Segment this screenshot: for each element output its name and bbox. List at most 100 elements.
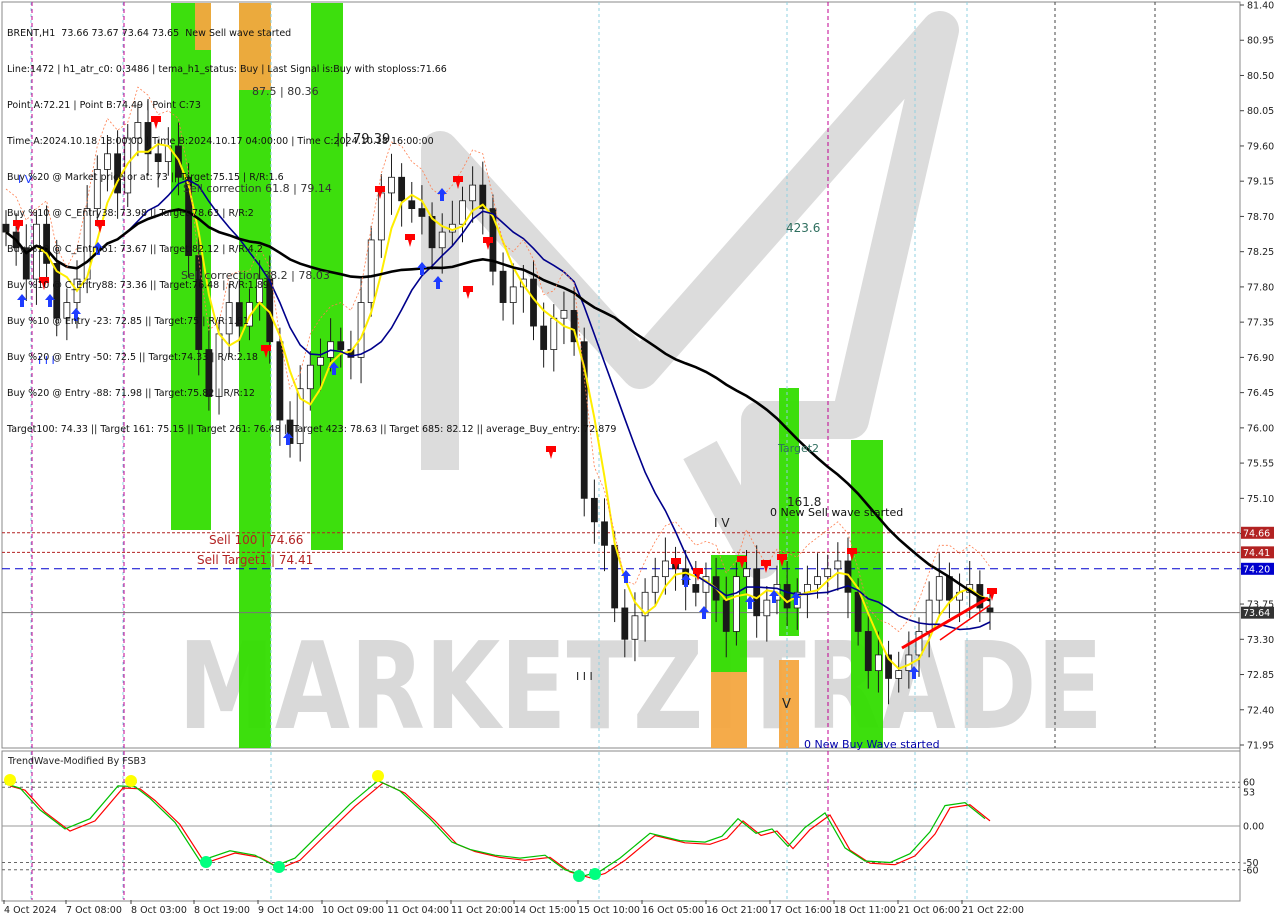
price-label: 79.60 [1247,141,1274,152]
candle-body [743,568,750,578]
info-line: Buy %10 @ Entry -23: 72.85 || Target:75 … [7,316,249,327]
orange-zone [711,672,747,748]
candle-body [783,584,791,609]
info-line: Buy %10 @ C_Entry88: 73.36 || Target:76.… [7,280,269,291]
time-label: 18 Oct 11:00 [834,905,896,916]
time-label: 11 Oct 04:00 [387,905,449,916]
annotation-a6: Target2 [777,442,819,455]
ohlc-overlay: 73.66 73.67 73.64 73.65 [61,28,180,39]
time-label: 9 Oct 14:00 [258,905,314,916]
annotation-a11: 0 New Buy Wave started [804,738,940,751]
price-tag-label: 74.66 [1243,528,1270,539]
candle-body [661,560,669,578]
candle-body [692,584,700,593]
watermark-text: MARKETZITRADE [178,618,1103,757]
price-label: 72.85 [1247,670,1274,681]
info-line: Buy %20 @ Market price or at: 73 || Targ… [7,172,284,183]
candle-body [722,599,730,632]
annotation-a12: I V [714,516,730,530]
indicator-level-label: 0.00 [1243,822,1264,833]
symbol-label: BRENT,H1 [7,28,56,39]
time-label: 14 Oct 15:00 [514,905,576,916]
symbol-line: BRENT,H1 73.66 73.67 73.64 73.65 New Sel… [7,28,616,40]
candle-body [986,607,994,613]
time-label: 21 Oct 22:00 [962,905,1024,916]
candle-body [601,521,608,546]
info-line: Buy %10 @ C_Entry61: 73.67 || Target:82.… [7,244,263,255]
time-label: 11 Oct 20:00 [451,905,513,916]
candle-body [651,576,659,593]
info-line: Target100: 74.33 || Target 161: 75.15 ||… [7,424,617,435]
candle-body [590,497,598,523]
info-line: Point A:72.21 | Point B:74.49 | Point C:… [7,100,201,111]
annotation-a10: Sell Target1 | 74.41 [197,553,313,567]
chart-window: MARKETZITRADE 87.5 | 80.36 | | 79.39 Sell c… [0,0,1280,920]
candle-body [864,631,872,672]
time-label: 7 Oct 08:00 [66,905,122,916]
info-panel: BRENT,H1 73.66 73.67 73.64 73.65 New Sel… [7,4,616,460]
price-label: 76.45 [1247,388,1274,399]
info-line: Buy %20 @ Entry -50: 72.5 || Target:74.3… [7,352,258,363]
candle-body [915,631,923,656]
price-label: 78.25 [1247,247,1274,258]
price-label: 79.15 [1247,177,1274,188]
candle-body [895,670,903,679]
time-label: 8 Oct 19:00 [194,905,250,916]
price-label: 78.70 [1247,212,1274,223]
price-label: 77.35 [1247,318,1274,329]
time-label: 4 Oct 2024 [4,905,57,916]
price-label: 72.40 [1247,705,1274,716]
price-label: 80.95 [1247,36,1274,47]
price-label: 75.55 [1247,459,1274,470]
indicator-level-label: 53 [1243,787,1255,798]
price-label: 81.40 [1247,1,1274,12]
annotation-a9: Sell 100 | 74.66 [209,533,303,547]
time-label: 16 Oct 05:00 [642,905,704,916]
candle-body [611,544,619,609]
annotation-a14: V [782,697,791,712]
price-label: 71.95 [1247,741,1274,752]
time-label: 16 Oct 21:00 [706,905,768,916]
candle-body [834,560,842,570]
oscillator-dot [573,870,585,882]
price-tag-label: 74.41 [1243,548,1270,559]
candle-body [732,576,740,632]
oscillator-dot [200,856,212,868]
price-label: 73.30 [1247,635,1274,646]
candle-body [854,591,862,632]
time-label: 21 Oct 06:00 [898,905,960,916]
candle-body [753,568,761,617]
time-label: 15 Oct 10:00 [578,905,640,916]
price-label: 77.80 [1247,282,1274,293]
annotation-a13: I I I [576,670,593,683]
time-label: 8 Oct 03:00 [131,905,187,916]
price-tag-label: 74.20 [1243,564,1270,575]
annotation-a5: 423.6 [786,221,820,235]
info-line: Buy %10 @ C_Entry38: 73.98 || Target:78.… [7,208,254,219]
indicator-title: TrendWave-Modified By FSB3 [7,756,146,767]
info-line: Buy %20 @ Entry -88: 71.98 || Target:75.… [7,388,255,399]
oscillator-dot [589,868,601,880]
candle-body [763,599,771,617]
price-label: 80.05 [1247,106,1274,117]
oscillator-dot [372,770,384,782]
candle-body [875,654,882,672]
candle-body [631,615,639,640]
candle-body [925,599,933,632]
time-label: 10 Oct 09:00 [322,905,384,916]
indicator-level-label: -60 [1243,865,1259,876]
candle-body [824,568,832,578]
oscillator-dot [273,861,285,873]
signal-text: New Sell wave started [185,28,292,39]
candle-body [935,576,943,601]
price-label: 75.10 [1247,494,1274,505]
annotation-a8: 0 New Sell wave started [770,506,903,519]
info-line: Time A:2024.10.18 18:00:00 | Time B:2024… [7,136,434,147]
info-line: Line:1472 | h1_atr_c0: 0.3486 | tema_h1_… [7,64,447,75]
candle-body [621,607,629,640]
price-label: 76.90 [1247,353,1274,364]
price-tag-label: 73.64 [1243,608,1270,619]
time-label: 17 Oct 16:00 [770,905,832,916]
oscillator-dot [4,774,16,786]
candle-body [946,576,953,601]
